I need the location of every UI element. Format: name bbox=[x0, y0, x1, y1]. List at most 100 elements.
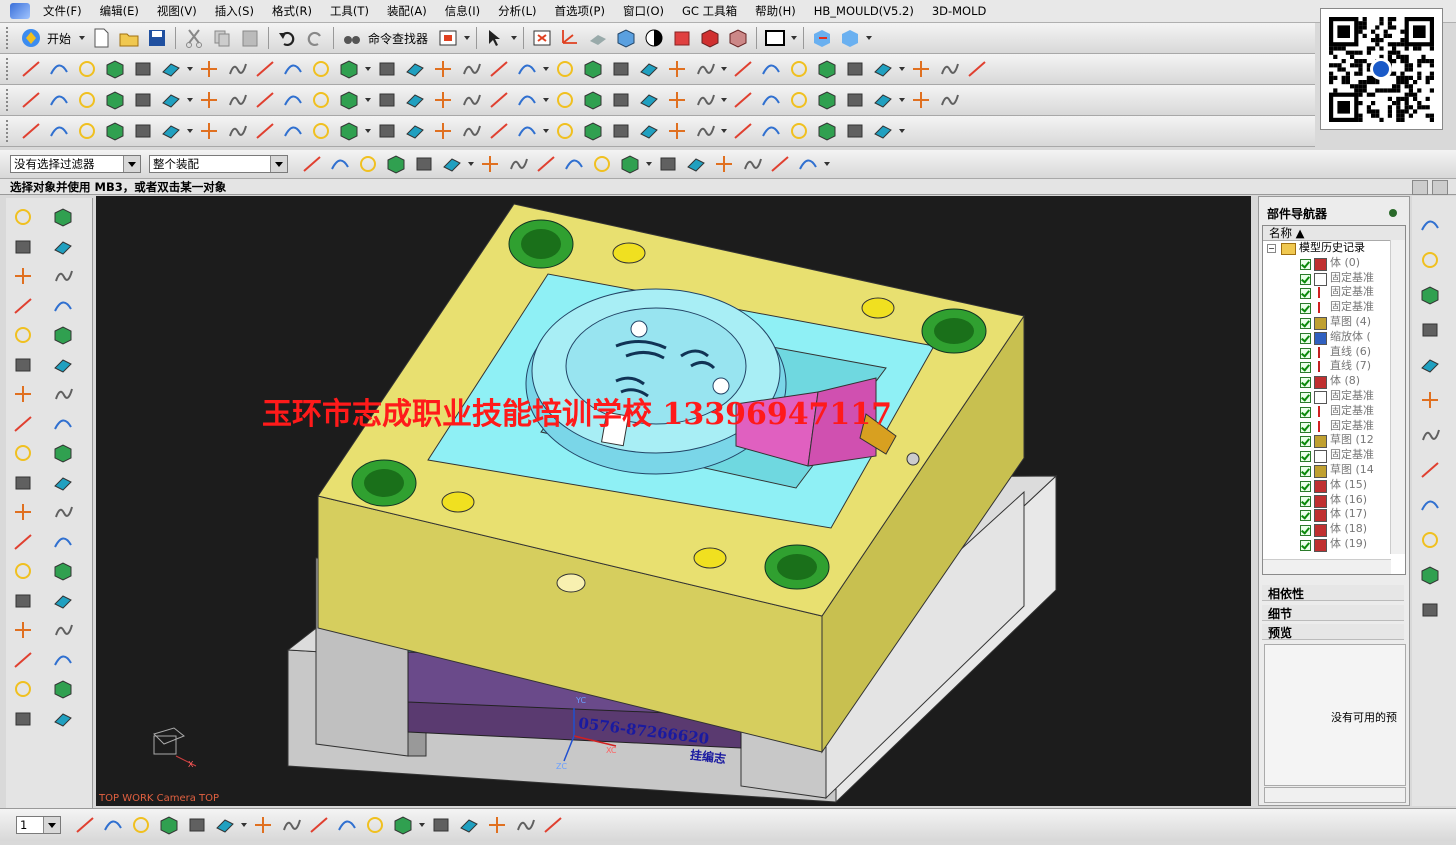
visibility-checkbox[interactable] bbox=[1300, 332, 1311, 344]
save-wcs-icon[interactable] bbox=[214, 814, 236, 836]
composite-curve-icon[interactable] bbox=[760, 58, 782, 80]
snap-pole-icon[interactable] bbox=[797, 153, 819, 175]
snap-point-icon[interactable] bbox=[507, 153, 529, 175]
menu-item[interactable]: GC 工具箱 bbox=[673, 0, 746, 22]
fillet-icon[interactable] bbox=[282, 58, 304, 80]
gb-icon[interactable] bbox=[872, 120, 894, 142]
left-tool-23-icon[interactable] bbox=[12, 531, 34, 553]
extension-icon[interactable] bbox=[376, 89, 398, 111]
standard-part-icon[interactable] bbox=[76, 120, 98, 142]
pocket-icon[interactable] bbox=[282, 120, 304, 142]
menu-item[interactable]: 视图(V) bbox=[148, 0, 206, 22]
point-constructor-icon[interactable] bbox=[413, 153, 435, 175]
delete-face-icon[interactable] bbox=[938, 89, 960, 111]
left-tool-15-icon[interactable] bbox=[12, 413, 34, 435]
left-tool-21-icon[interactable] bbox=[12, 501, 34, 523]
left-tool-18-icon[interactable] bbox=[52, 442, 74, 464]
trimmed-sheet-icon[interactable] bbox=[404, 89, 426, 111]
tree-vertical-scrollbar[interactable] bbox=[1390, 240, 1405, 554]
analysis-icon[interactable] bbox=[638, 120, 660, 142]
palette-icon[interactable] bbox=[1419, 599, 1441, 621]
enlarge-icon[interactable] bbox=[554, 89, 576, 111]
visibility-checkbox[interactable] bbox=[1300, 510, 1311, 522]
snap-end-icon[interactable] bbox=[535, 153, 557, 175]
menu-item[interactable]: 信息(I) bbox=[436, 0, 489, 22]
tree-horizontal-scrollbar[interactable] bbox=[1263, 559, 1391, 574]
mirror-icon[interactable] bbox=[516, 120, 538, 142]
left-tool-8-icon[interactable] bbox=[52, 295, 74, 317]
bridge-surface-icon[interactable] bbox=[310, 89, 332, 111]
visibility-checkbox[interactable] bbox=[1300, 406, 1311, 418]
menu-item[interactable]: 插入(S) bbox=[206, 0, 263, 22]
snap-on-face-icon[interactable] bbox=[741, 153, 763, 175]
details-section[interactable]: 细节 bbox=[1262, 605, 1404, 621]
left-tool-36-icon[interactable] bbox=[52, 708, 74, 730]
restore-icon[interactable] bbox=[1412, 180, 1428, 195]
join-curve-icon[interactable] bbox=[844, 58, 866, 80]
invert-blank-icon[interactable] bbox=[364, 814, 386, 836]
visibility-checkbox[interactable] bbox=[1300, 258, 1311, 270]
split-icon[interactable] bbox=[488, 120, 510, 142]
collapse-icon[interactable]: − bbox=[1267, 244, 1276, 253]
cone-icon[interactable] bbox=[338, 58, 360, 80]
left-tool-7-icon[interactable] bbox=[12, 295, 34, 317]
pin-icon[interactable] bbox=[1389, 209, 1397, 217]
selection-icon[interactable] bbox=[484, 27, 506, 49]
section-icon[interactable] bbox=[666, 120, 688, 142]
move-component-icon[interactable] bbox=[811, 27, 833, 49]
left-tool-28-icon[interactable] bbox=[52, 590, 74, 612]
circle-icon[interactable] bbox=[76, 58, 98, 80]
offset-curve-icon[interactable] bbox=[460, 58, 482, 80]
tree-node[interactable]: 体 (8) bbox=[1263, 374, 1405, 390]
left-tool-27-icon[interactable] bbox=[12, 590, 34, 612]
wcs-orient-icon[interactable] bbox=[186, 814, 208, 836]
slider-icon[interactable] bbox=[132, 120, 154, 142]
n-sided-icon[interactable] bbox=[254, 89, 276, 111]
snap-on-curve-icon[interactable] bbox=[713, 153, 735, 175]
new-file-icon[interactable] bbox=[90, 27, 112, 49]
type-filter-select[interactable]: 没有选择过滤器 bbox=[10, 155, 141, 173]
helix-icon[interactable] bbox=[376, 58, 398, 80]
display-and-hide-icon[interactable] bbox=[430, 814, 452, 836]
mold-base-icon[interactable] bbox=[48, 120, 70, 142]
law-curve-icon[interactable] bbox=[404, 58, 426, 80]
ellipse-icon[interactable] bbox=[310, 58, 332, 80]
check-icon[interactable] bbox=[816, 120, 838, 142]
edit-object-display-icon[interactable] bbox=[252, 814, 274, 836]
arc-icon[interactable] bbox=[48, 58, 70, 80]
left-tool-16-icon[interactable] bbox=[52, 413, 74, 435]
roles-icon[interactable] bbox=[1419, 529, 1441, 551]
selection-scope-select[interactable]: 整个装配 bbox=[149, 155, 288, 173]
toolbar-grip[interactable] bbox=[6, 89, 12, 111]
process-studio-icon[interactable] bbox=[1419, 459, 1441, 481]
start-icon[interactable] bbox=[20, 27, 42, 49]
tree-node[interactable]: 固定基准 bbox=[1263, 389, 1405, 404]
cut-icon[interactable] bbox=[183, 27, 205, 49]
snap-intersect-icon[interactable] bbox=[619, 153, 641, 175]
point-set-icon[interactable] bbox=[198, 58, 220, 80]
measure-distance-icon[interactable] bbox=[514, 814, 536, 836]
fillet-curve-icon[interactable] bbox=[938, 58, 960, 80]
left-tool-3-icon[interactable] bbox=[12, 236, 34, 258]
hide-icon[interactable] bbox=[336, 814, 358, 836]
visibility-checkbox[interactable] bbox=[1300, 539, 1311, 551]
draft-icon[interactable] bbox=[694, 120, 716, 142]
global-shape-icon[interactable] bbox=[516, 89, 538, 111]
through-curves-icon[interactable] bbox=[20, 89, 42, 111]
project-curve-icon[interactable] bbox=[516, 58, 538, 80]
clip-icon[interactable] bbox=[699, 27, 721, 49]
visibility-checkbox[interactable] bbox=[1300, 421, 1311, 433]
visibility-checkbox[interactable] bbox=[1300, 317, 1311, 329]
ruled-icon[interactable] bbox=[104, 89, 126, 111]
combined-curve-icon[interactable] bbox=[732, 58, 754, 80]
pattern-icon[interactable] bbox=[554, 120, 576, 142]
mold-wizard-icon[interactable] bbox=[20, 120, 42, 142]
select-all-icon[interactable] bbox=[329, 153, 351, 175]
sweep-section-icon[interactable] bbox=[226, 89, 248, 111]
left-tool-4-icon[interactable] bbox=[52, 236, 74, 258]
parting-icon[interactable] bbox=[310, 120, 332, 142]
studio-surface-icon[interactable] bbox=[160, 89, 182, 111]
tree-node[interactable]: 缩放体 ( bbox=[1263, 330, 1405, 345]
chamfer-curve-icon[interactable] bbox=[966, 58, 988, 80]
left-tool-35-icon[interactable] bbox=[12, 708, 34, 730]
